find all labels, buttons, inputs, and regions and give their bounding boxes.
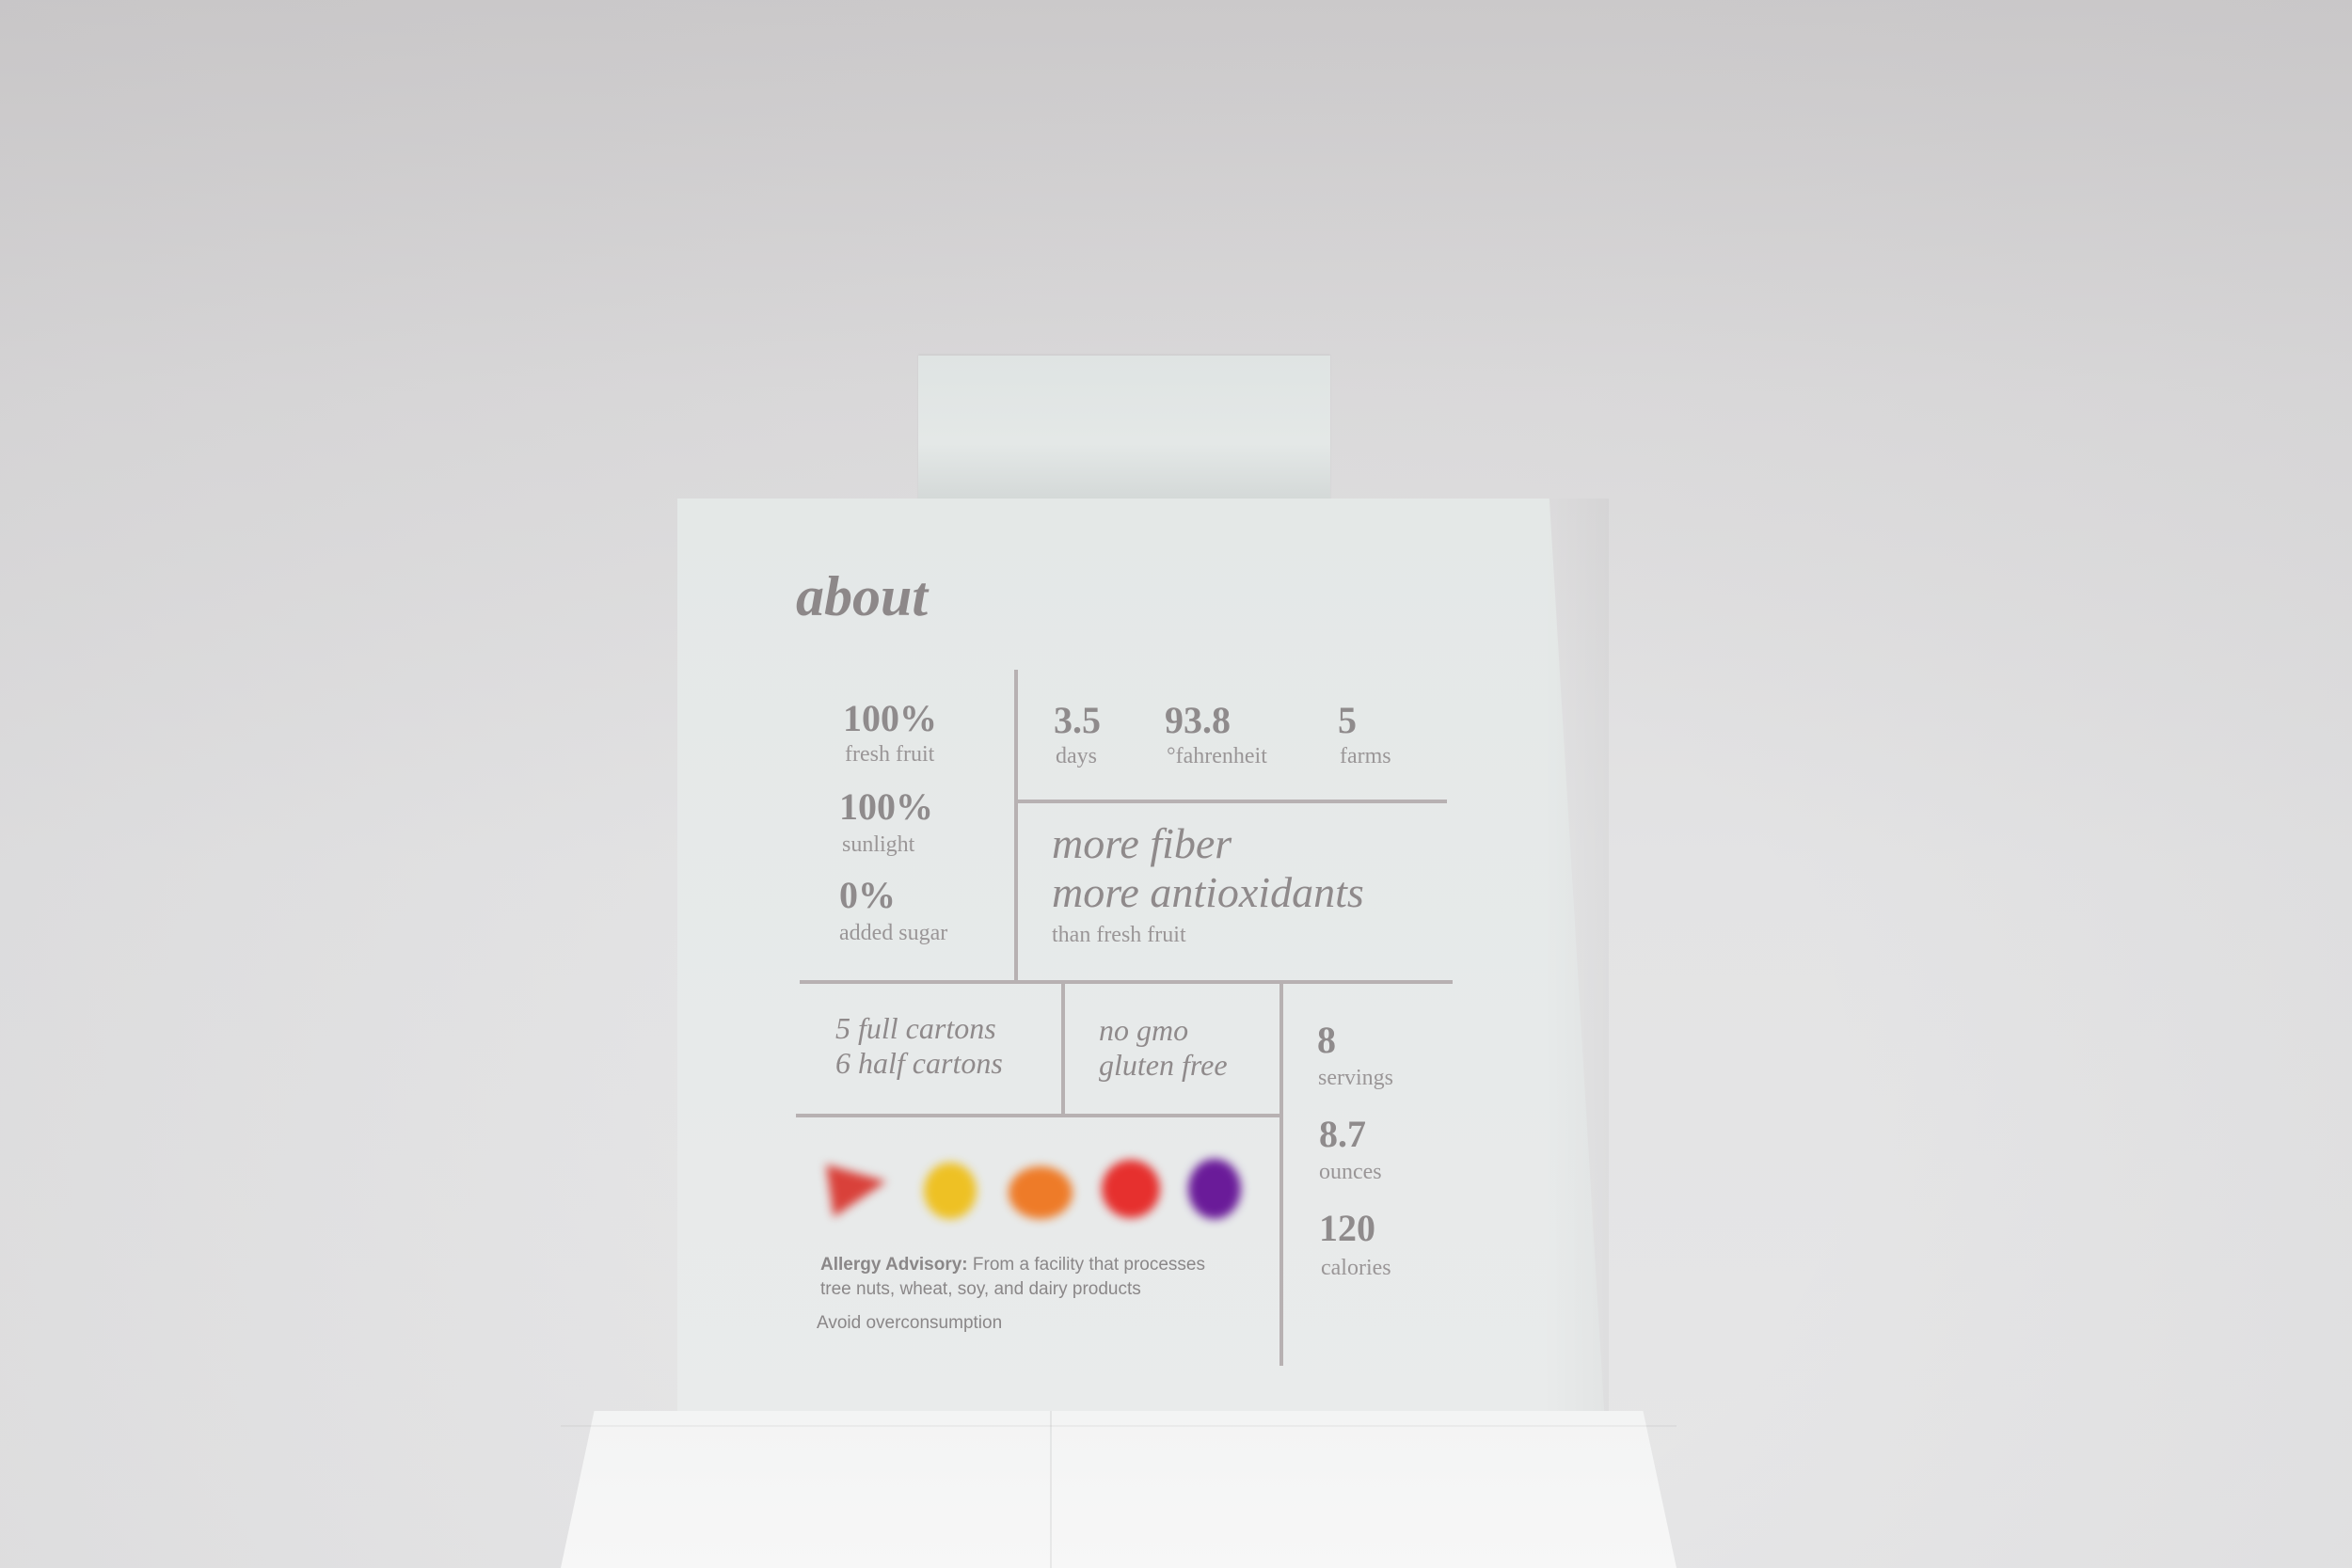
antioxidant-claim: more antioxidants xyxy=(1052,868,1364,916)
allergy-text: From a facility that processes xyxy=(972,1255,1205,1275)
divider xyxy=(1014,670,1018,980)
nutrition-label: servings xyxy=(1318,1066,1393,1090)
fruit-icon-purple xyxy=(1188,1159,1241,1219)
nutrition-value: 8.7 xyxy=(1319,1113,1366,1155)
stat-value: 93.8 xyxy=(1165,699,1231,741)
claim-line: no gmo xyxy=(1099,1013,1189,1047)
box-front-panel xyxy=(561,1411,1677,1568)
divider xyxy=(1279,982,1283,1366)
divider xyxy=(800,980,1453,984)
box-seam xyxy=(561,1425,1677,1427)
allergy-advisory: Allergy Advisory: From a facility that p… xyxy=(820,1253,1205,1301)
nutrition-label: calories xyxy=(1321,1256,1391,1280)
stat-label: °fahrenheit xyxy=(1167,744,1267,768)
stat-value: 100% xyxy=(839,785,933,828)
stat-label: days xyxy=(1056,744,1097,768)
stat-value: 0% xyxy=(839,874,896,916)
stat-label: added sugar xyxy=(839,921,948,945)
stat-value: 3.5 xyxy=(1054,699,1101,741)
fiber-note: than fresh fruit xyxy=(1052,923,1186,947)
fruit-shape xyxy=(1009,1166,1073,1219)
stat-value: 5 xyxy=(1338,699,1357,741)
stat-label: farms xyxy=(1340,744,1391,768)
divider xyxy=(1061,982,1065,1116)
fruit-icon-yellow xyxy=(924,1163,977,1219)
allergy-heading: Allergy Advisory: xyxy=(820,1255,968,1275)
nutrition-value: 120 xyxy=(1319,1207,1375,1249)
divider xyxy=(796,1114,1279,1117)
card-title: about xyxy=(796,565,929,627)
divider xyxy=(1016,800,1447,803)
fruit-icon-orange xyxy=(1009,1166,1073,1219)
box-seam xyxy=(1050,1411,1052,1568)
cartons-line: 6 half cartons xyxy=(835,1046,1003,1080)
consumption-warning: Avoid overconsumption xyxy=(817,1313,1003,1333)
box-top-tab xyxy=(918,356,1330,502)
card-edge-shadow xyxy=(1543,499,1609,1425)
stat-label: fresh fruit xyxy=(845,742,935,767)
fruit-shape xyxy=(826,1164,886,1217)
fruit-shape xyxy=(1102,1160,1160,1218)
stat-value: 100% xyxy=(843,697,937,739)
cartons-line: 5 full cartons xyxy=(835,1011,996,1045)
nutrition-label: ounces xyxy=(1319,1160,1382,1184)
fruit-icon-tomato xyxy=(1102,1160,1160,1218)
fruit-shape xyxy=(1188,1159,1241,1219)
fiber-claim: more fiber xyxy=(1052,819,1232,867)
stat-label: sunlight xyxy=(842,832,915,857)
claim-line: gluten free xyxy=(1099,1048,1228,1082)
allergy-text: tree nuts, wheat, soy, and dairy product… xyxy=(820,1278,1141,1299)
fruit-icon-red xyxy=(826,1164,886,1217)
fruit-shape xyxy=(924,1163,977,1219)
nutrition-value: 8 xyxy=(1317,1019,1336,1061)
